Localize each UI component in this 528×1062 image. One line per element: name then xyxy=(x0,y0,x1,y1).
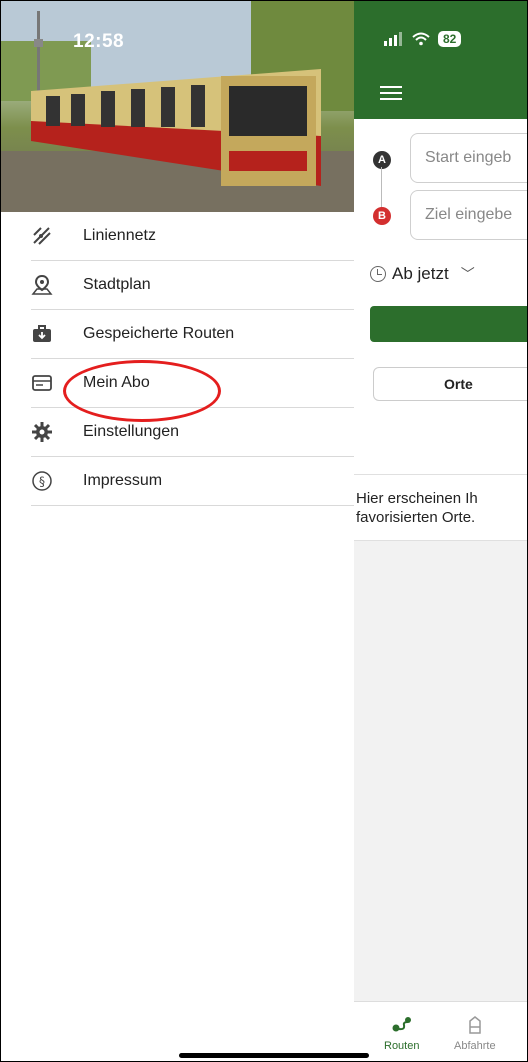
main-panel: 82 A B Start eingeb Ziel eingebe Ab jetz… xyxy=(354,1,527,1061)
tab-routen[interactable]: Routen xyxy=(384,1016,419,1052)
menu-item-stadtplan[interactable]: Stadtplan xyxy=(31,261,354,310)
svg-text:§: § xyxy=(39,475,45,489)
empty-message-line1: Hier erscheinen Ih xyxy=(356,490,478,507)
menu-item-label: Einstellungen xyxy=(83,423,180,440)
menu-item-label: Liniennetz xyxy=(83,227,156,244)
route-connector-line xyxy=(381,167,382,211)
home-indicator xyxy=(179,1053,369,1058)
card-icon xyxy=(31,372,53,394)
signal-icon xyxy=(384,32,402,46)
tab-orte[interactable]: Orte xyxy=(373,367,527,401)
start-pin-icon: A xyxy=(373,151,391,169)
menu-item-einstellungen[interactable]: Einstellungen xyxy=(31,408,354,457)
menu-item-label: Gespeicherte Routen xyxy=(83,325,235,342)
menu-item-impressum[interactable]: § Impressum xyxy=(31,457,354,506)
train-photo xyxy=(1,1,354,212)
paragraph-icon: § xyxy=(31,470,53,492)
chevron-down-icon: ﹀ xyxy=(460,266,475,282)
highlight-circle-annotation xyxy=(63,360,221,422)
app-header: 82 xyxy=(354,1,527,119)
drawer-header-image: 12:58 xyxy=(1,1,354,212)
tab-abfahrten-label: Abfahrte xyxy=(454,1040,496,1052)
start-input[interactable]: Start eingeb xyxy=(410,133,527,183)
departure-time-selector[interactable]: Ab jetzt ﹀ xyxy=(370,264,475,284)
favorites-empty-message: Hier erscheinen Ih favorisierten Orte. xyxy=(354,474,527,541)
drawer-menu: Liniennetz Stadtplan Gespeicherte Routen… xyxy=(1,212,354,506)
empty-message-line2: favorisierten Orte. xyxy=(356,509,476,526)
departure-time-label: Ab jetzt xyxy=(392,264,449,283)
menu-item-label: Impressum xyxy=(83,472,163,489)
navigation-drawer: 12:58 Liniennetz Stadtplan Gespeicherte … xyxy=(1,1,354,1061)
search-route-button[interactable] xyxy=(370,306,527,342)
menu-item-label: Stadtplan xyxy=(83,276,151,293)
map-pin-icon xyxy=(31,274,53,296)
menu-item-liniennetz[interactable]: Liniennetz xyxy=(31,212,354,261)
battery-indicator: 82 xyxy=(438,31,462,47)
wifi-icon xyxy=(412,32,430,46)
destination-input[interactable]: Ziel eingebe xyxy=(410,190,527,240)
hamburger-menu-icon[interactable] xyxy=(380,86,402,100)
gear-icon xyxy=(31,421,53,443)
briefcase-icon xyxy=(31,323,53,345)
status-icons: 82 xyxy=(384,31,462,47)
route-form: A B Start eingeb Ziel eingebe Ab jetzt ﹀… xyxy=(354,119,527,474)
menu-item-gespeicherte-routen[interactable]: Gespeicherte Routen xyxy=(31,310,354,359)
destination-pin-icon: B xyxy=(373,207,391,225)
route-icon xyxy=(392,1017,411,1032)
clock-icon xyxy=(370,266,386,282)
tab-routen-label: Routen xyxy=(384,1040,420,1052)
network-map-icon xyxy=(31,225,53,247)
tab-abfahrten[interactable]: Abfahrte xyxy=(454,1016,496,1052)
departures-icon xyxy=(469,1016,481,1034)
screen: 12:58 Liniennetz Stadtplan Gespeicherte … xyxy=(0,0,528,1062)
bottom-tab-bar: Routen Abfahrte xyxy=(354,1001,527,1061)
status-time: 12:58 xyxy=(73,31,125,52)
